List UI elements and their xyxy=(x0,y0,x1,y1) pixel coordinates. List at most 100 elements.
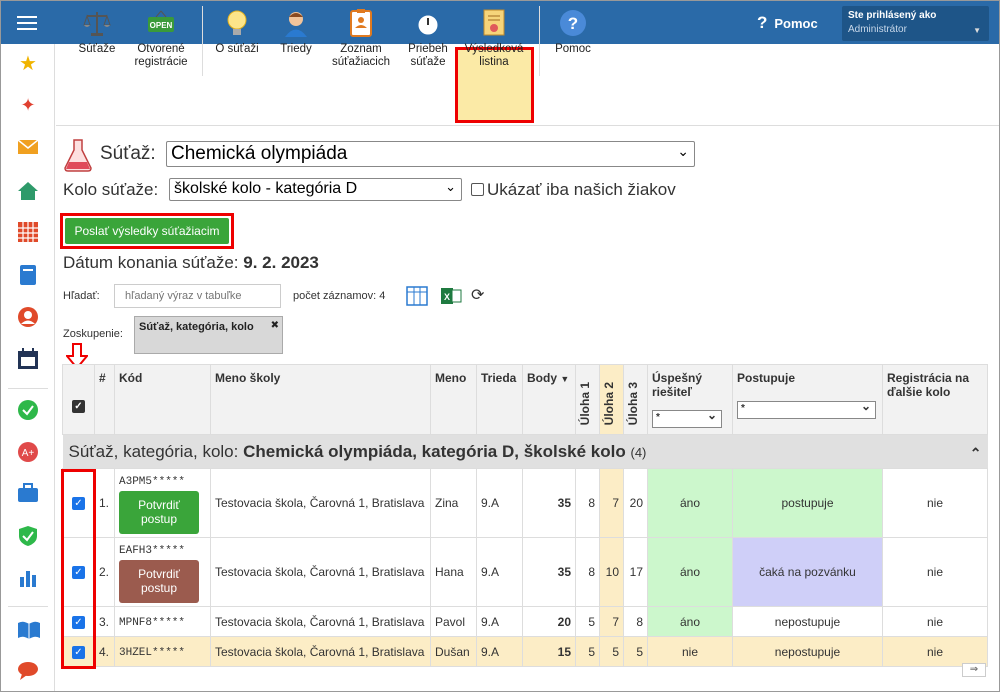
toolbar-label: Zoznam xyxy=(340,43,382,55)
home-icon[interactable] xyxy=(17,180,39,202)
toolbar-label: súťaže xyxy=(410,56,446,68)
grade-icon[interactable]: A+ xyxy=(17,441,39,463)
row-task2: 5 xyxy=(599,636,624,667)
header-task2-label: Úloha 2 xyxy=(602,381,616,425)
open-badge-text: OPEN xyxy=(150,21,173,30)
chevron-down-icon: ⌄ xyxy=(445,179,456,194)
row-school: Testovacia škola, Čarovná 1, Bratislava xyxy=(210,537,431,607)
chat-icon[interactable] xyxy=(17,660,39,682)
row-class: 9.A xyxy=(476,636,523,667)
header-task1[interactable]: Úloha 1 xyxy=(575,364,600,435)
close-icon[interactable]: ✖ xyxy=(271,320,279,331)
row-points: 35 xyxy=(522,537,576,607)
search-input[interactable] xyxy=(114,284,281,308)
row-name: Zina xyxy=(430,468,477,538)
row-school: Testovacia škola, Čarovná 1, Bratislava xyxy=(210,606,431,637)
toolbar-contests-button[interactable]: Súťaže xyxy=(75,8,119,56)
header-success[interactable]: Úspešný riešiteľ * xyxy=(647,364,733,435)
help-link[interactable]: ? Pomoc xyxy=(757,13,818,33)
columns-icon[interactable] xyxy=(406,286,428,306)
table-row[interactable]: ✓ 1. A3PM5***** Potvrdiť postup Testovaci… xyxy=(62,468,988,538)
table-row[interactable]: ✓ 3. MPNF8***** Testovacia škola, Čarovn… xyxy=(62,606,988,637)
filter-success-select[interactable]: * xyxy=(652,408,722,428)
toolbar-label: Triedy xyxy=(280,43,312,55)
row-name: Dušan xyxy=(430,636,477,667)
open-book-icon[interactable] xyxy=(17,620,40,642)
header-code[interactable]: Kód xyxy=(114,364,211,435)
confirm-advance-button[interactable]: Potvrdiť postup xyxy=(119,560,199,603)
chevron-down-icon: ⌄ xyxy=(677,143,689,159)
row-task1: 5 xyxy=(575,606,600,637)
only-ours-label: Ukázať iba našich žiakov xyxy=(487,180,676,199)
toolbar-classes-button[interactable]: Triedy xyxy=(274,8,318,56)
toolbar-separator xyxy=(202,6,203,76)
refresh-icon[interactable]: ⟳ xyxy=(471,285,484,305)
magic-wand-icon[interactable]: ✦ xyxy=(17,94,39,116)
sidebar-divider xyxy=(8,606,48,607)
header-class[interactable]: Trieda xyxy=(476,364,523,435)
toolbar-help-button[interactable]: ? Pomoc xyxy=(550,8,596,56)
toolbar-open-registrations-button[interactable]: OPEN Otvorené registrácie xyxy=(130,8,192,69)
row-class: 9.A xyxy=(476,468,523,538)
header-school[interactable]: Meno školy xyxy=(210,364,431,435)
bar-chart-icon[interactable] xyxy=(17,567,39,589)
group-row[interactable]: Súťaž, kategória, kolo: Chemická olympiá… xyxy=(62,434,988,469)
user-line2: Administrátor xyxy=(848,24,907,35)
row-code: A3PM5***** xyxy=(119,476,186,488)
row-task2: 7 xyxy=(599,468,624,538)
contest-select[interactable]: Chemická olympiáda ⌄ xyxy=(166,141,695,167)
header-advances-label: Postupuje xyxy=(737,371,796,385)
excel-icon[interactable]: X xyxy=(441,286,462,306)
shield-icon[interactable] xyxy=(17,525,39,547)
check-circle-icon[interactable] xyxy=(17,399,39,421)
toolbar-label: Pomoc xyxy=(555,43,591,55)
header-registration[interactable]: Registrácia na ďalšie kolo xyxy=(882,364,988,435)
send-results-button[interactable]: Poslať výsledky súťažiacim xyxy=(65,218,229,244)
header-num: # xyxy=(94,364,115,435)
highlight-checkbox-column xyxy=(61,469,96,669)
toolbar-progress-button[interactable]: Priebeh súťaže xyxy=(404,8,452,69)
user-dropdown[interactable]: Ste prihlásený ako Administrátor ▼ xyxy=(842,6,989,41)
confirm-advance-button[interactable]: Potvrdiť postup xyxy=(119,491,199,534)
grouping-chip[interactable]: Súťaž, kategória, kolo ✖ xyxy=(134,316,283,354)
toolbar-results-button[interactable]: Výsledková listina xyxy=(461,8,527,69)
select-all-checkbox[interactable]: ✓ xyxy=(72,399,85,413)
header-task2[interactable]: Úloha 2 xyxy=(599,364,624,435)
filter-advances-select[interactable]: * xyxy=(737,399,876,419)
round-select[interactable]: školské kolo - kategória D ⌄ xyxy=(169,178,462,201)
scroll-right-icon[interactable]: ⇒ xyxy=(962,663,986,677)
header-points[interactable]: Body ▼ xyxy=(522,364,576,435)
briefcase-icon[interactable] xyxy=(17,483,39,505)
row-name: Pavol xyxy=(430,606,477,637)
schedule-icon[interactable] xyxy=(17,348,39,370)
user-icon[interactable] xyxy=(17,306,39,328)
svg-text:?: ? xyxy=(568,14,578,33)
header-task3[interactable]: Úloha 3 xyxy=(623,364,648,435)
row-num: 2. xyxy=(94,537,115,607)
sort-desc-icon: ▼ xyxy=(560,374,570,384)
toolbar-about-button[interactable]: O súťaži xyxy=(212,8,262,56)
select-all-cell: ✓ xyxy=(62,364,95,435)
svg-text:X: X xyxy=(444,292,450,302)
table-row[interactable]: ✓ 2. EAFH3***** Potvrdiť postup Testovaci… xyxy=(62,537,988,607)
svg-text:A+: A+ xyxy=(22,448,35,459)
row-advances: postupuje xyxy=(732,468,883,538)
header-name[interactable]: Meno xyxy=(430,364,477,435)
table-row[interactable]: ✓ 4. 3HZEL***** Testovacia škola, Čarovn… xyxy=(62,636,988,667)
book-icon[interactable] xyxy=(17,264,39,286)
collapse-icon[interactable]: ⌃ xyxy=(970,445,982,462)
only-ours-checkbox[interactable] xyxy=(471,183,484,196)
toolbar-separator xyxy=(539,6,540,76)
row-registration: nie xyxy=(882,606,988,637)
toolbar-contestants-list-button[interactable]: Zoznam súťažiacich xyxy=(328,8,394,69)
toolbar-label: O súťaži xyxy=(215,43,259,55)
toolbar-label: listina xyxy=(479,56,509,68)
header-success-label: Úspešný riešiteľ xyxy=(652,371,703,399)
help-label: Pomoc xyxy=(774,16,818,31)
header-advances[interactable]: Postupuje * xyxy=(732,364,883,435)
calendar-grid-icon[interactable] xyxy=(17,222,39,244)
star-icon[interactable]: ★ xyxy=(17,53,39,75)
mail-icon[interactable] xyxy=(17,138,39,160)
toolbar-label: Súťaže xyxy=(78,43,116,55)
menu-icon[interactable] xyxy=(17,16,37,30)
